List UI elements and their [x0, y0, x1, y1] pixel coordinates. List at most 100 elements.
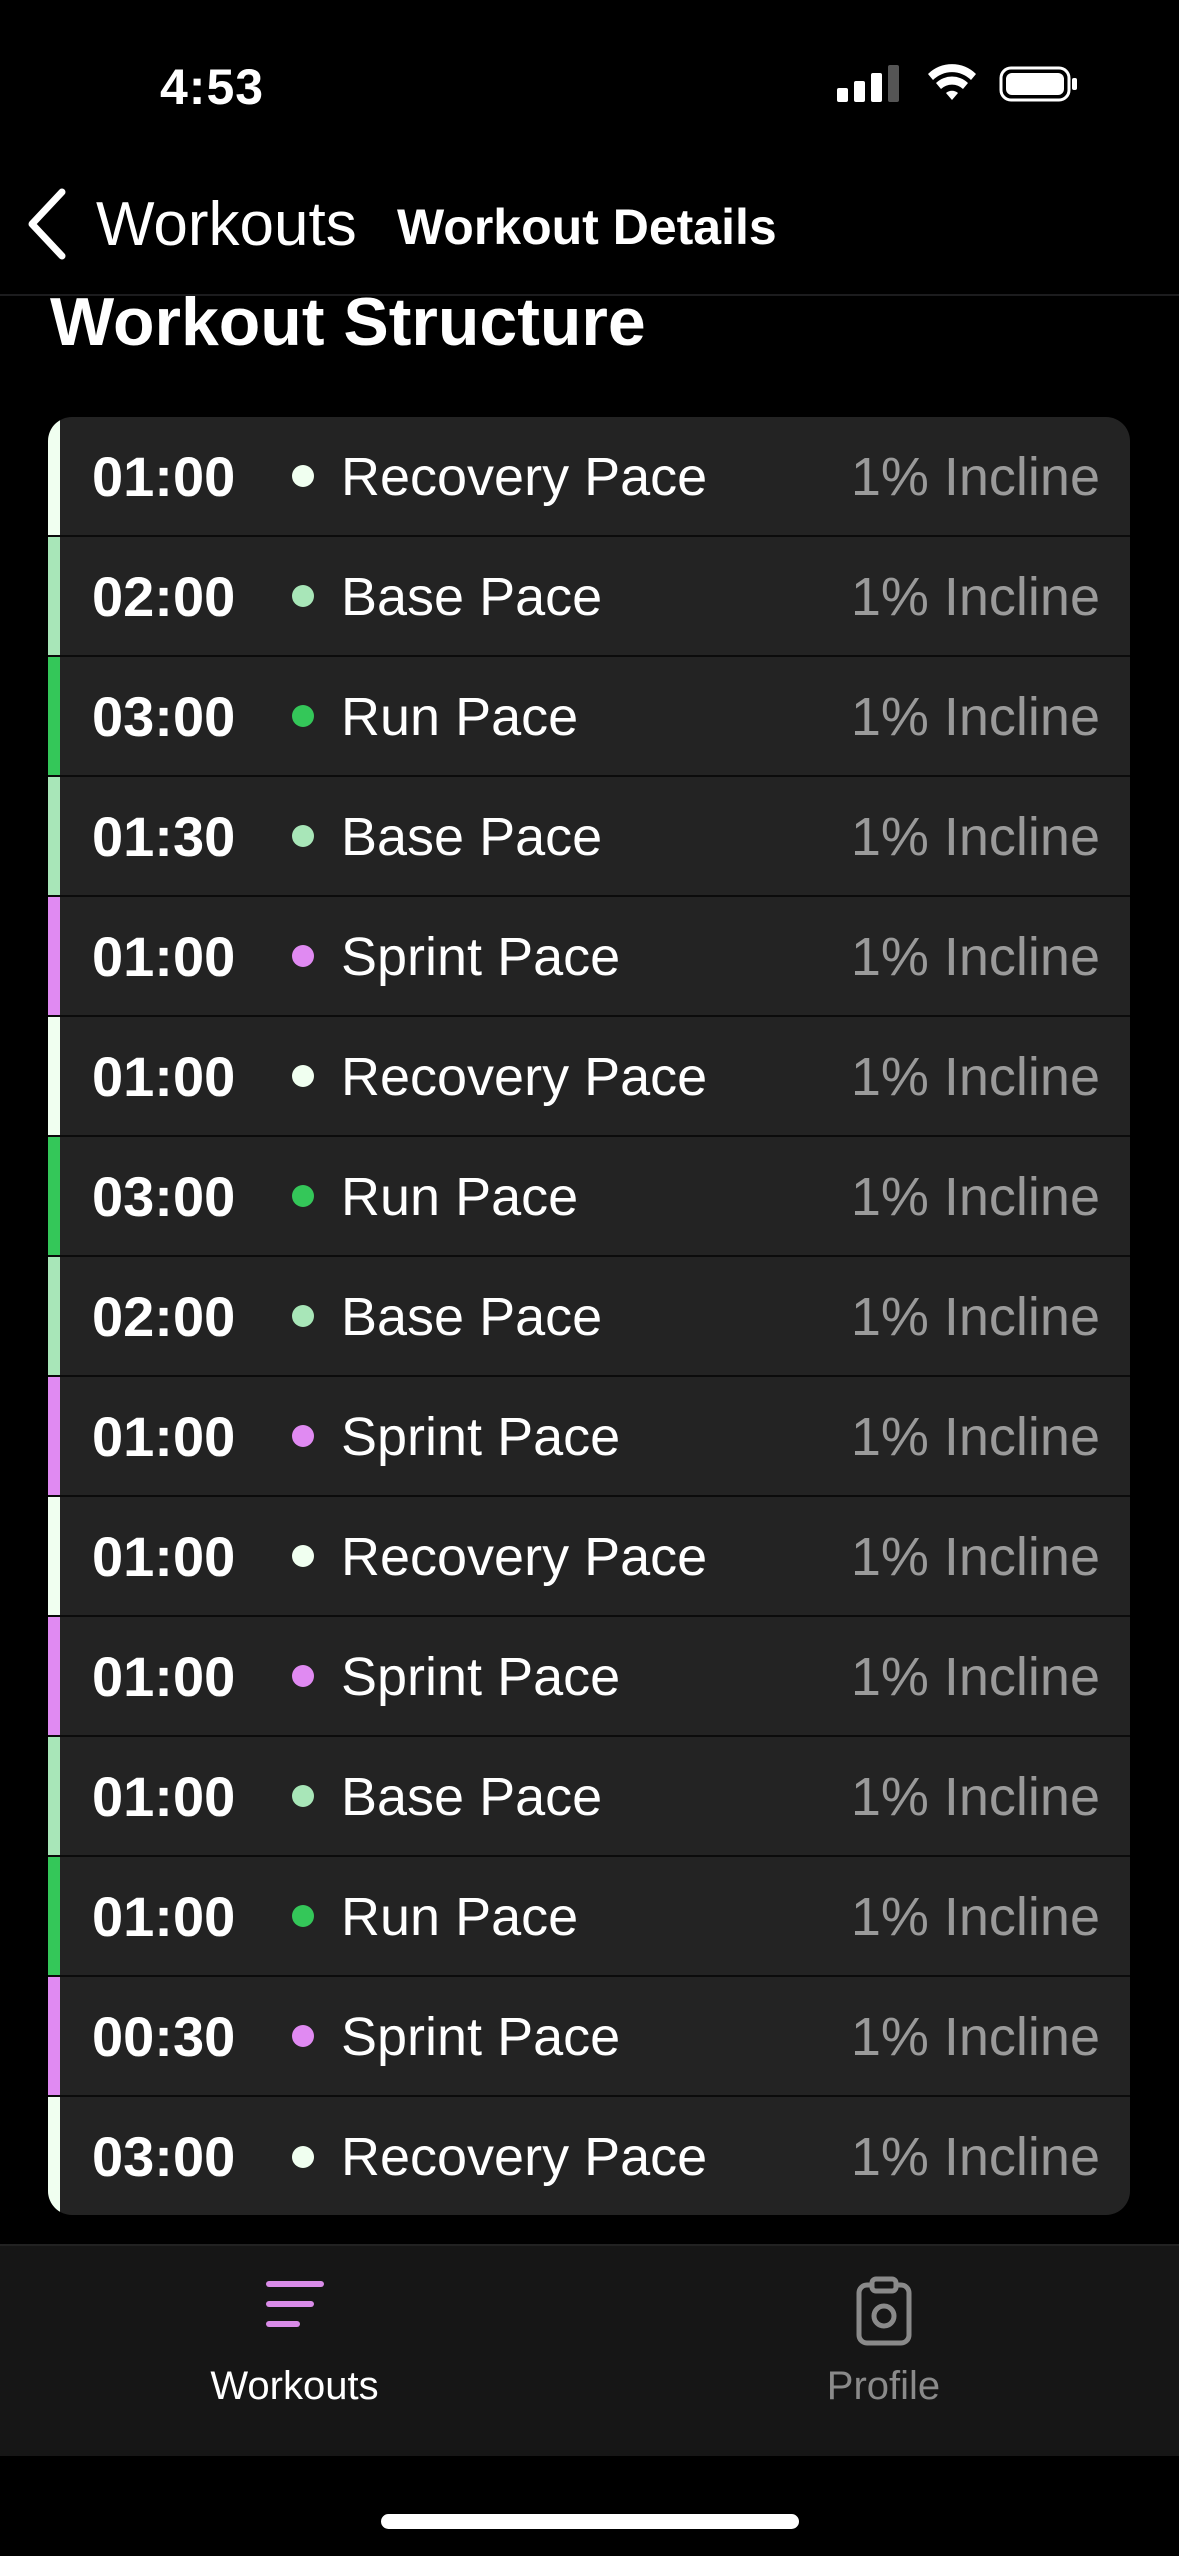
interval-duration: 01:00: [92, 1885, 236, 1948]
interval-color-bar: [48, 1737, 60, 1855]
pace-dot-icon: [292, 705, 314, 727]
interval-pace: Run Pace: [341, 1887, 579, 1947]
home-indicator: [381, 2514, 799, 2529]
interval-duration: 01:30: [92, 805, 236, 868]
pace-dot-icon: [292, 585, 314, 607]
cellular-signal-icon: [837, 65, 899, 102]
interval-duration: 03:00: [92, 2125, 236, 2188]
interval-color-bar: [48, 1977, 60, 2095]
interval-duration: 01:00: [92, 1765, 236, 1828]
pace-dot-icon: [292, 1305, 314, 1327]
interval-row: 01:00 Sprint Pace 1% Incline: [48, 1377, 1130, 1497]
interval-color-bar: [48, 1497, 60, 1615]
pace-dot-icon: [292, 1185, 314, 1207]
interval-row: 01:00 Run Pace 1% Incline: [48, 1857, 1130, 1977]
pace-dot-icon: [292, 1065, 314, 1087]
interval-color-bar: [48, 537, 60, 655]
interval-row: 03:00 Run Pace 1% Incline: [48, 657, 1130, 777]
interval-row: 01:30 Base Pace 1% Incline: [48, 777, 1130, 897]
interval-duration: 01:00: [92, 1045, 236, 1108]
pace-dot-icon: [292, 825, 314, 847]
interval-color-bar: [48, 1017, 60, 1135]
interval-color-bar: [48, 1377, 60, 1495]
interval-row: 01:00 Base Pace 1% Incline: [48, 1737, 1130, 1857]
interval-color-bar: [48, 897, 60, 1015]
interval-pace: Base Pace: [341, 567, 603, 627]
tab-profile[interactable]: Profile: [589, 2246, 1178, 2456]
tab-workouts[interactable]: Workouts: [0, 2246, 589, 2456]
interval-duration: 02:00: [92, 1285, 236, 1348]
section-title: Workout Structure: [50, 284, 646, 360]
interval-incline: 1% Incline: [850, 2007, 1100, 2067]
interval-color-bar: [48, 1857, 60, 1975]
interval-pace: Run Pace: [341, 687, 579, 747]
interval-incline: 1% Incline: [850, 1167, 1100, 1227]
interval-duration: 01:00: [92, 1405, 236, 1468]
interval-incline: 1% Incline: [850, 1287, 1100, 1347]
back-button[interactable]: Workouts: [24, 184, 357, 264]
interval-pace: Recovery Pace: [341, 447, 708, 507]
interval-incline: 1% Incline: [850, 1527, 1100, 1587]
interval-row: 02:00 Base Pace 1% Incline: [48, 537, 1130, 657]
battery-icon: [999, 66, 1077, 102]
interval-duration: 01:00: [92, 1645, 236, 1708]
interval-color-bar: [48, 1257, 60, 1375]
interval-color-bar: [48, 777, 60, 895]
interval-pace: Recovery Pace: [341, 1527, 708, 1587]
clipboard-icon: [856, 2276, 911, 2346]
pace-dot-icon: [292, 945, 314, 967]
navigation-bar: Workouts Workout Details: [0, 170, 1179, 296]
chevron-left-icon: [28, 188, 66, 260]
interval-incline: 1% Incline: [850, 1407, 1100, 1467]
interval-incline: 1% Incline: [850, 2127, 1100, 2187]
pace-dot-icon: [292, 2146, 314, 2168]
interval-color-bar: [48, 1617, 60, 1735]
interval-pace: Sprint Pace: [341, 1407, 621, 1467]
interval-pace: Sprint Pace: [341, 2007, 621, 2067]
pace-dot-icon: [292, 2025, 314, 2047]
interval-row: 00:30 Sprint Pace 1% Incline: [48, 1977, 1130, 2097]
tab-profile-label: Profile: [826, 2364, 941, 2408]
interval-duration: 01:00: [92, 445, 236, 508]
interval-incline: 1% Incline: [850, 567, 1100, 627]
interval-incline: 1% Incline: [850, 1887, 1100, 1947]
interval-pace: Sprint Pace: [341, 927, 621, 987]
interval-incline: 1% Incline: [850, 447, 1100, 507]
interval-row: 01:00 Sprint Pace 1% Incline: [48, 1617, 1130, 1737]
interval-incline: 1% Incline: [850, 927, 1100, 987]
interval-color-bar: [48, 417, 60, 535]
page-title: Workout Details: [397, 199, 777, 255]
status-time: 4:53: [160, 59, 265, 115]
interval-duration: 01:00: [92, 925, 236, 988]
pace-dot-icon: [292, 1905, 314, 1927]
interval-incline: 1% Incline: [850, 1647, 1100, 1707]
wifi-icon: [928, 64, 976, 100]
pace-dot-icon: [292, 1545, 314, 1567]
status-bar: 4:53: [0, 0, 1179, 170]
interval-pace: Recovery Pace: [341, 1047, 708, 1107]
status-icons: [835, 64, 1079, 104]
pace-dot-icon: [292, 1665, 314, 1687]
interval-pace: Recovery Pace: [341, 2127, 708, 2187]
interval-color-bar: [48, 2097, 60, 2215]
interval-pace: Base Pace: [341, 1287, 603, 1347]
interval-incline: 1% Incline: [850, 807, 1100, 867]
pace-dot-icon: [292, 1785, 314, 1807]
pace-dot-icon: [292, 1425, 314, 1447]
interval-duration: 01:00: [92, 1525, 236, 1588]
interval-row: 03:00 Run Pace 1% Incline: [48, 1137, 1130, 1257]
interval-row: 03:00 Recovery Pace 1% Incline: [48, 2097, 1130, 2215]
interval-incline: 1% Incline: [850, 1047, 1100, 1107]
pace-dot-icon: [292, 465, 314, 487]
list-lines-icon: [265, 2281, 324, 2327]
interval-color-bar: [48, 1137, 60, 1255]
interval-duration: 02:00: [92, 565, 236, 628]
interval-row: 01:00 Recovery Pace 1% Incline: [48, 1017, 1130, 1137]
interval-pace: Base Pace: [341, 1767, 603, 1827]
interval-pace: Sprint Pace: [341, 1647, 621, 1707]
interval-pace: Base Pace: [341, 807, 603, 867]
interval-duration: 03:00: [92, 1165, 236, 1228]
interval-row: 02:00 Base Pace 1% Incline: [48, 1257, 1130, 1377]
interval-incline: 1% Incline: [850, 1767, 1100, 1827]
interval-color-bar: [48, 657, 60, 775]
